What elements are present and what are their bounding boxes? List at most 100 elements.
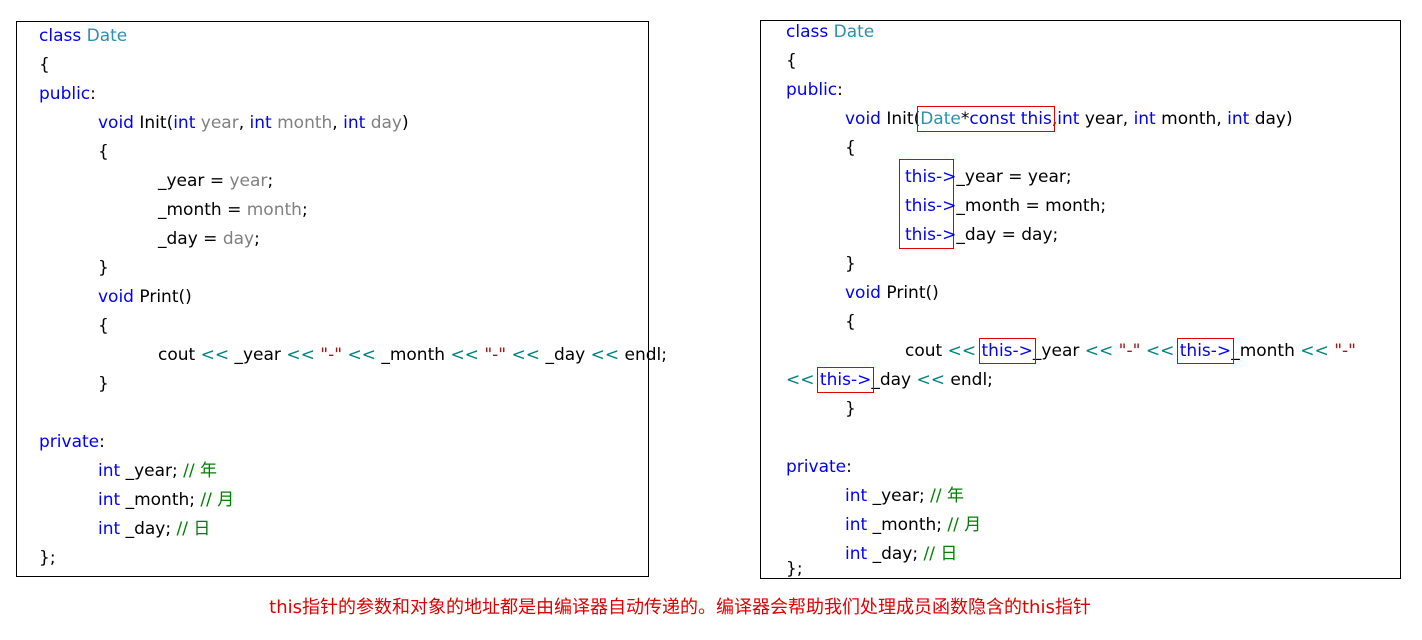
close-brace: } — [98, 374, 109, 394]
comment-month: // 月 — [947, 515, 982, 535]
void-keyword: void — [98, 113, 134, 133]
field-month: _month — [872, 515, 937, 535]
open-brace: { — [98, 142, 109, 162]
dash-string: "-" — [1118, 341, 1141, 361]
code-line-class: class Date — [39, 25, 127, 47]
code-line-init-open: { — [845, 137, 856, 159]
param-month: month — [246, 200, 302, 220]
class-name: Date — [833, 22, 875, 42]
this-keyword: this — [981, 341, 1013, 361]
field-year: _year — [234, 345, 281, 365]
close-brace: } — [98, 258, 109, 278]
int-keyword: int — [98, 519, 121, 539]
field-month: _month — [1231, 341, 1295, 361]
code-line-class-end: }; — [786, 558, 803, 580]
arrow-op: -> — [936, 167, 957, 187]
semicolon: ; — [267, 171, 274, 191]
code-line-init-close: } — [845, 253, 856, 275]
dash-string: "-" — [484, 345, 507, 365]
comma: , — [1216, 109, 1222, 129]
code-line-print-open: { — [845, 311, 856, 333]
semicolon: ; — [301, 200, 308, 220]
code-line-class: class Date — [786, 21, 874, 43]
void-keyword: void — [845, 283, 881, 303]
print-function-name: Print() — [886, 283, 939, 303]
code-line-print-open: { — [98, 315, 109, 337]
code-line-init-open: { — [98, 141, 109, 163]
code-line-member-day: int _day; // 日 — [98, 518, 210, 540]
code-line-class-end: }; — [39, 547, 56, 569]
field-year: _year — [125, 461, 173, 481]
field-month: _month — [956, 196, 1021, 216]
this-keyword: this — [819, 370, 851, 390]
cout: cout — [905, 341, 943, 361]
semicolon: ; — [189, 490, 195, 510]
int-keyword: int — [845, 544, 868, 564]
code-line-init-signature: void Init(Date*const this,int year, int … — [845, 106, 1293, 132]
field-year: _year — [1032, 341, 1080, 361]
shift-op: << — [947, 341, 977, 361]
code-line-private: private: — [786, 456, 852, 478]
assign-op: = — [1002, 167, 1028, 187]
code-panel-original: class Date { public: void Init(int year,… — [16, 21, 667, 577]
code-line-print-signature: void Print() — [845, 282, 939, 304]
code-line-print-close: } — [98, 373, 109, 395]
param-day: day — [1021, 225, 1053, 245]
colon: : — [90, 84, 96, 104]
field-day: _day — [956, 225, 997, 245]
param-day: day — [370, 113, 402, 133]
code-panel-compiled: class Date { public: void Init(Date*cons… — [760, 20, 1401, 579]
code-line-assign-year: this->_year = year; — [905, 166, 1072, 188]
code-line-print-close: } — [845, 398, 856, 420]
code-line-private: private: — [39, 431, 105, 453]
int-keyword: int — [343, 113, 366, 133]
field-day: _day — [158, 229, 198, 249]
open-brace: { — [39, 55, 50, 75]
field-day: _day — [545, 345, 586, 365]
class-name: Date — [86, 26, 128, 46]
dash-string: "-" — [1334, 341, 1356, 361]
open-brace: { — [845, 138, 856, 158]
comma: , — [1122, 109, 1129, 129]
field-year: _year — [158, 171, 205, 191]
comment-year: // 年 — [930, 486, 965, 506]
class-end: }; — [786, 559, 803, 579]
code-line-member-year: int _year; // 年 — [98, 460, 217, 482]
int-keyword: int — [249, 113, 272, 133]
public-keyword: public — [39, 84, 91, 104]
code-line-public: public: — [39, 83, 96, 105]
this-keyword: this — [1020, 109, 1052, 129]
open-brace: { — [786, 51, 797, 71]
arrow-op: -> — [936, 225, 957, 245]
field-month: _month — [125, 490, 190, 510]
open-brace: { — [98, 316, 109, 336]
param-year: year — [229, 171, 268, 191]
init-function-name: Init( — [139, 113, 174, 133]
shift-op: << — [200, 345, 230, 365]
param-month: month — [277, 113, 333, 133]
code-line-cout-continued: << this->_day << endl; — [786, 367, 993, 393]
init-function-name: Init( — [886, 109, 921, 129]
shift-op: << — [590, 345, 620, 365]
int-keyword: int — [1057, 109, 1080, 129]
class-end: }; — [39, 548, 56, 568]
close-brace: } — [845, 399, 856, 419]
code-line-member-year: int _year; // 年 — [845, 485, 964, 507]
param-year: year — [1084, 109, 1123, 129]
code-line-open-brace: { — [39, 54, 50, 76]
code-line-assign-day: this->_day = day; — [905, 224, 1058, 246]
arrow-op: -> — [1210, 341, 1232, 361]
semicolon: ; — [912, 544, 919, 564]
caption-text: this指针的参数和对象的地址都是由编译器自动传递的。编译器会帮助我们处理成员函… — [269, 597, 1091, 618]
void-keyword: void — [845, 109, 881, 129]
comment-day: // 日 — [923, 544, 958, 564]
param-month: month — [1161, 109, 1217, 129]
param-day: day — [1254, 109, 1286, 129]
param-year: year — [200, 113, 239, 133]
print-function-name: Print() — [139, 287, 192, 307]
param-month: month — [1045, 196, 1101, 216]
arrow-op: -> — [1012, 341, 1033, 361]
code-line-init-signature: void Init(int year, int month, int day) — [98, 112, 409, 134]
field-day: _day — [872, 544, 913, 564]
private-keyword: private — [39, 432, 100, 452]
